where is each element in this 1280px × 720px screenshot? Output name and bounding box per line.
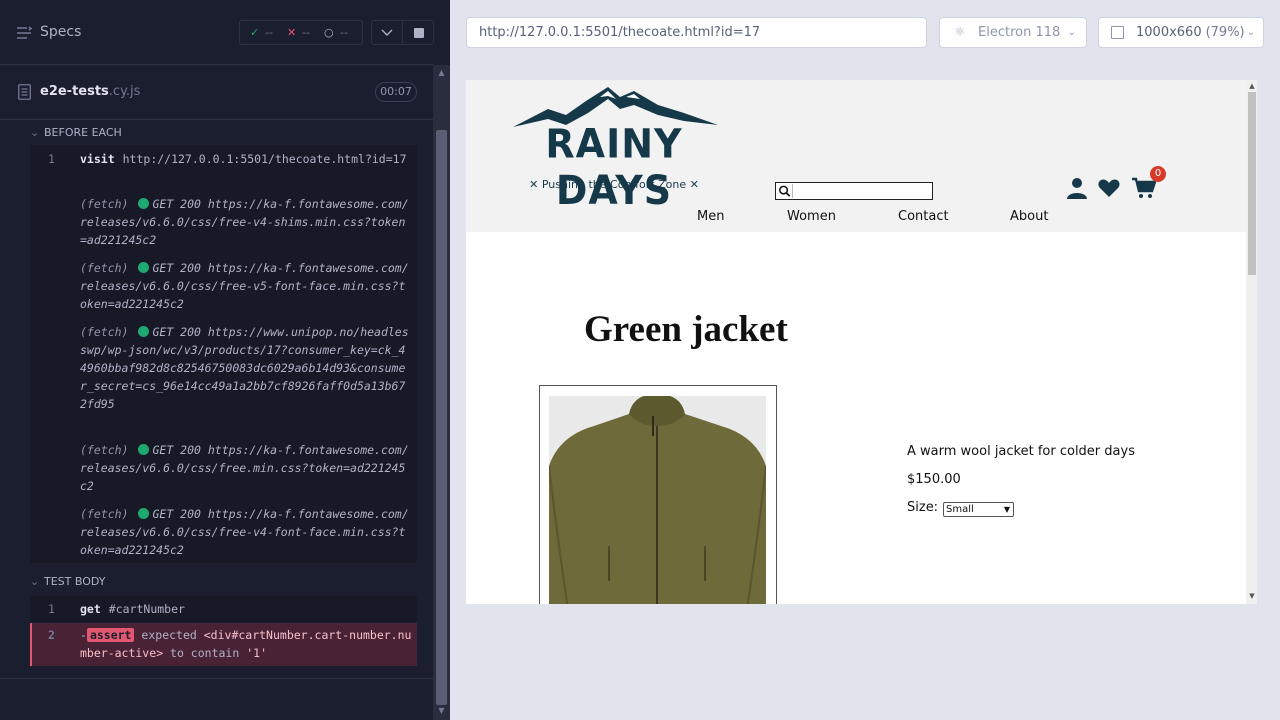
logo-text: RAINY DAYS [545,120,683,214]
failed-x-icon: ✕ [287,26,297,39]
spec-file-row[interactable]: e2e-tests.cy.js 00:07 [0,66,433,120]
passed-check-icon: ✓ [250,26,260,39]
nav-link-men[interactable]: Men [697,209,724,224]
scroll-down-arrow-icon[interactable]: ▼ [436,706,447,717]
reporter-scroll-thumb[interactable] [436,130,447,705]
test-stats: ✓ -- ✕ -- ○ -- [239,20,363,45]
size-select[interactable]: Small ▼ [943,502,1014,517]
chevron-down-icon: ⌄ [30,126,40,139]
specs-label[interactable]: Specs [40,24,81,40]
search-icon[interactable] [777,184,793,198]
pending-spinner-icon: ○ [324,26,334,39]
product-price: $150.00 [907,472,961,487]
chevron-down-icon: ⌄ [30,575,40,588]
site-search [775,182,933,200]
reporter-footer-divider [0,678,433,679]
scroll-down-arrow-icon[interactable]: ▼ [1247,592,1257,602]
success-dot-icon [138,326,150,337]
product-description: A warm wool jacket for colder days [907,444,1135,459]
reporter-panel: Specs ✓ -- ✕ -- ○ -- e2e-tests.cy.js 00:… [0,0,450,720]
test-body-header[interactable]: ⌄ TEST BODY [30,575,105,588]
command-assert-failed[interactable]: 2 - assert expected <div#cartNumber.cart-… [30,623,417,666]
chevron-down-icon: ⌄ [1246,27,1255,38]
search-input[interactable] [793,183,932,199]
user-icon[interactable] [1065,176,1089,200]
command-get[interactable]: 1 get #cartNumber [30,596,417,622]
nav-link-contact[interactable]: Contact [898,209,949,224]
success-dot-icon [138,198,150,209]
product-image [549,396,766,604]
scroll-up-arrow-icon[interactable]: ▲ [436,68,447,79]
nav-link-women[interactable]: Women [787,209,836,224]
ruler-icon [1111,26,1124,39]
jacket-image [549,396,766,604]
spec-file-name: e2e-tests.cy.js [40,84,141,99]
options-dropdown-button[interactable] [371,20,403,45]
product-title: Green jacket [584,309,788,350]
logo-tagline: ✕ Pushing the Comfort Zone ✕ [529,178,699,191]
viewport-selector[interactable]: 1000x660 (79%) ⌄ [1098,17,1264,48]
heart-icon[interactable] [1097,176,1121,200]
url-bar[interactable]: http://127.0.0.1:5501/thecoate.html?id=1… [466,17,927,48]
chevron-down-icon: ⌄ [1067,27,1076,38]
before-each-commands: 1 visit http://127.0.0.1:5501/thecoate.ht… [30,145,417,563]
failed-count: -- [302,26,310,39]
assert-badge: assert [86,628,135,642]
page-scroll-thumb[interactable] [1248,92,1256,275]
browser-selector[interactable]: ⚛ Electron 118 ⌄ [939,17,1087,48]
before-each-header[interactable]: ⌄ BEFORE EACH [30,126,122,139]
nav-link-about[interactable]: About [1010,209,1048,224]
document-icon [18,84,31,100]
stop-button[interactable] [402,20,434,45]
specs-menu-icon[interactable] [16,25,32,41]
site-header: RAINY DAYS ✕ Pushing the Comfort Zone ✕ [466,80,1246,232]
stop-icon [414,28,424,38]
browser-area: http://127.0.0.1:5501/thecoate.html?id=1… [450,0,1280,720]
electron-icon: ⚛ [954,25,966,40]
product-image-frame [539,385,777,604]
scroll-up-arrow-icon[interactable]: ▲ [1247,82,1257,92]
run-duration: 00:07 [375,82,417,102]
size-label: Size: [907,500,939,515]
passed-count: -- [265,26,273,39]
chevron-down-icon [381,29,393,36]
cart-count-badge: 0 [1150,166,1166,182]
reporter-header: Specs ✓ -- ✕ -- ○ -- [0,0,434,65]
success-dot-icon [138,444,150,455]
success-dot-icon [138,508,150,519]
chevron-down-icon: ▼ [1003,505,1010,514]
app-under-test-frame: RAINY DAYS ✕ Pushing the Comfort Zone ✕ [466,80,1257,604]
pending-count: -- [340,26,348,39]
success-dot-icon [138,262,150,273]
